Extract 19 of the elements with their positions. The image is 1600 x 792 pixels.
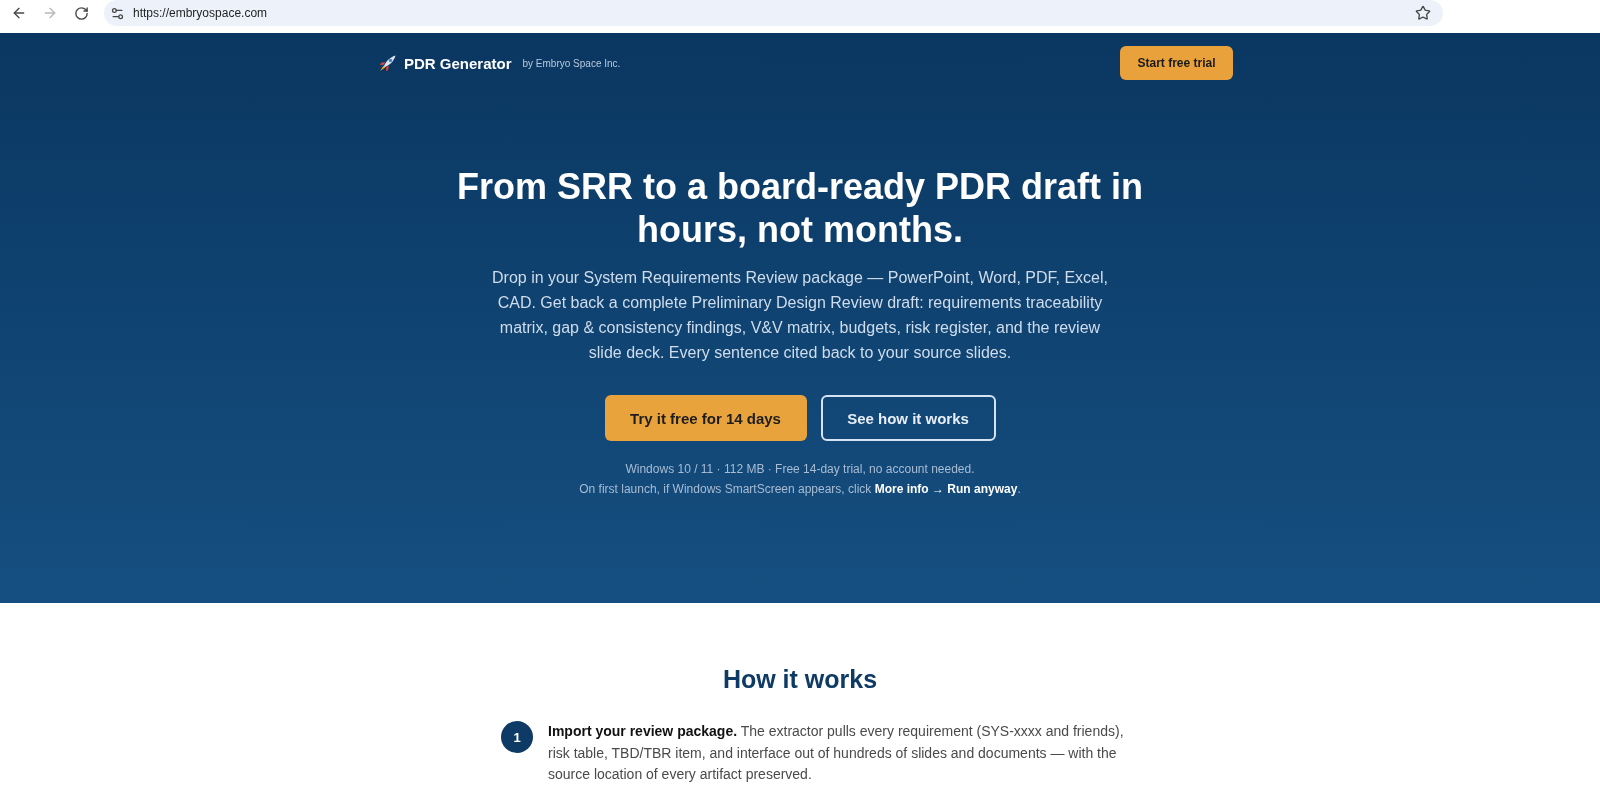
step-description: Import your review package. The extractor pulls every requirement (SYS-xxxx and friends), risk table, TBD/TBR item, and interface out of hundreds of slides and documents — with the source location of every artifact preserved. (548, 722, 1125, 784)
url-text: https://embryospace.com (133, 6, 269, 20)
hero-note: On first launch, if Windows SmartScreen appears, click More info → Run anyway. (579, 481, 1021, 498)
brand-byline: by Embryo Space Inc. (522, 57, 621, 69)
rocket-icon (379, 54, 396, 72)
bookmark-star-icon[interactable] (1415, 5, 1431, 21)
hero-note: Windows 10 / 11 · 112 MB · Free 14-day trial, no account needed. (625, 461, 975, 478)
back-icon[interactable] (11, 5, 27, 21)
hero-headline: From SRR to a board-ready PDR draft in hours, not months. (455, 165, 1145, 251)
brand-name: PDR Generator (404, 54, 512, 72)
trial-button[interactable]: Try it free for 14 days (604, 395, 807, 441)
how-it-works-button[interactable]: See how it works (820, 395, 996, 441)
section-title: How it works (722, 664, 878, 695)
hero-description: Drop in your System Requirements Review package — PowerPoint, Word, PDF, Excel, CAD. Get back a complete Preliminary Design Review draft: requirements traceability matrix, gap & consistency findings, V&V matrix, budgets, risk register, and the review slide deck. Every sentence cited back to your source slides. (491, 268, 1109, 363)
start-trial-button[interactable]: Start free trial (1120, 46, 1233, 80)
step-number: 1 (501, 721, 533, 753)
site-info-icon[interactable] (110, 5, 125, 21)
address-bar[interactable]: https://embryospace.com (104, 0, 1443, 26)
reload-icon[interactable] (73, 5, 89, 21)
